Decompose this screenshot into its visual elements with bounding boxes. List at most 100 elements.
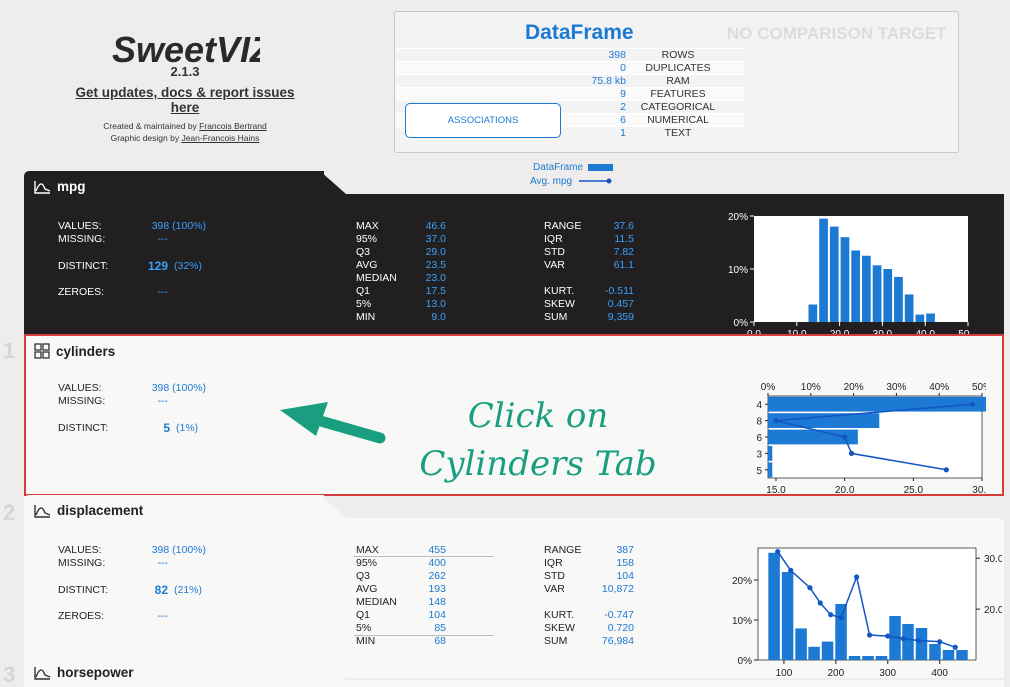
callout-text: Click on Cylinders Tab [419,396,657,484]
stat-median-label: MEDIAN [356,272,397,284]
avg-mpg-point [900,636,906,642]
stat-range-value: 387 [616,544,634,556]
row-index: 3 [3,662,16,687]
stat-avg-label: AVG [356,259,378,271]
associations-button[interactable]: ASSOCIATIONS [405,103,561,138]
stat-sum-value: 76,984 [601,635,634,647]
stat-q3-value: 262 [428,570,446,582]
stat-avg-value: 193 [428,583,446,595]
bottom-tick-label: 25.0 [904,485,924,496]
stat-range-label: RANGE [544,220,582,232]
summary-row-label: ROWS [661,49,695,61]
stat-kurt-label: KURT. [544,609,575,621]
numeric-icon [34,666,51,680]
summary-row: 0 DUPLICATES [396,61,744,74]
summary-row-value: 1 [620,127,626,139]
stat-median-value: 23.0 [425,272,446,284]
stat-iqr-value: 158 [616,557,634,569]
avg-mpg-point [838,615,844,621]
stat-kurt-label: KURT. [544,285,575,297]
histogram-bar [795,628,807,660]
avg-mpg-point [943,467,949,473]
feature-name: displacement [57,503,144,518]
stat-std-value: 104 [616,570,634,582]
cylinders-bar [768,462,773,478]
top-tick-label: 50% [972,382,986,393]
stat-sum-label: SUM [544,311,568,323]
feature-panel-mpg[interactable]: mpg VALUES: 398 (100%) MISSING: --- DIST… [24,171,1004,344]
missing-label: MISSING: [58,233,106,245]
histogram-bar [840,237,850,322]
legend: DataFrame Avg. mpg [530,160,614,188]
dataframe-title: DataFrame [525,21,634,44]
category-label: 8 [756,417,762,428]
stat-var-value: 61.1 [613,259,634,271]
histogram-bar [929,644,941,660]
distinct-value: 5 [163,421,170,435]
stat-max-label: MAX [356,544,379,556]
x-tick-label: 400 [931,668,948,678]
zeroes-label: ZEROES: [58,610,105,622]
top-tick-label: 40% [929,382,949,393]
values-label: VALUES: [58,220,102,232]
distinct-pct: (32%) [174,260,203,272]
stat-min-value: 68 [434,635,446,647]
stat-max-value: 455 [428,544,446,556]
stat-q1-value: 104 [428,609,446,621]
histogram-bar [808,304,818,322]
feature-title-horsepower[interactable]: horsepower [34,665,134,680]
plot-area [754,216,968,322]
feature-name: mpg [57,179,86,194]
stat-var-label: VAR [544,583,565,595]
summary-row: 75.8 kb RAM [396,74,744,87]
callout-arrow-icon [280,402,386,444]
legend-line-swatch [579,178,612,184]
stat-var-value: 10,872 [601,583,634,595]
histogram-bar [851,250,860,322]
stat-q1-label: Q1 [356,609,371,621]
stat-std-label: STD [544,570,565,582]
category-label: 4 [756,400,762,411]
author-link[interactable]: Francois Bertrand [199,121,267,131]
summary-row: 9 FEATURES [396,87,744,100]
histogram-bar [956,650,968,660]
legend-avg-label: Avg. mpg [530,175,573,187]
designer-link[interactable]: Jean-Francois Hains [181,133,259,143]
stat-avg-label: AVG [356,583,378,595]
cylinders-bar [768,396,986,412]
histogram-bar [768,552,780,660]
feature-name: cylinders [56,343,116,359]
updates-link[interactable]: Get updates, docs & report issues here [60,85,310,115]
histogram-bar [915,314,925,322]
histogram-bar [902,624,914,660]
summary-row-label: NUMERICAL [647,114,709,126]
summary-row-label: TEXT [664,127,692,139]
distinct-pct: (21%) [174,584,203,596]
summary-row-label: CATEGORICAL [640,101,716,113]
stat-kurt-value: -0.511 [605,285,634,297]
y-tick-label: 0% [734,318,749,329]
feature-panel-horsepower[interactable]: horsepower [24,657,1004,687]
missing-label: MISSING: [58,395,106,407]
avg-mpg-point [807,585,813,591]
avg-mpg-point [952,644,958,650]
feature-title-displacement[interactable]: displacement [34,503,143,518]
avg-mpg-point [788,567,794,573]
histogram-bar [883,269,893,322]
numeric-icon [34,504,51,518]
summary-row-label: FEATURES [650,88,706,100]
stat-q3-label: Q3 [356,246,371,258]
stat-iqr-value: 11.5 [614,233,634,245]
feature-panel-displacement[interactable]: displacement VALUES: 398 (100%) MISSING:… [24,495,1004,678]
stat-p5-value: 13.0 [425,298,446,310]
version: 2.1.3 [170,64,200,79]
histogram-bar [819,218,828,322]
avg-mpg-point [885,633,891,639]
stat-kurt-value: -0.747 [604,609,634,621]
feature-title-mpg[interactable]: mpg [34,179,86,194]
zeroes-label: ZEROES: [58,286,105,298]
histogram-bar [915,628,928,660]
avg-mpg-point [842,434,848,440]
cylinders-bar-chart: 486350%10%20%30%40%50%15.020.025.030.0 [756,382,986,496]
feature-title-cylinders[interactable]: cylinders [34,343,115,359]
